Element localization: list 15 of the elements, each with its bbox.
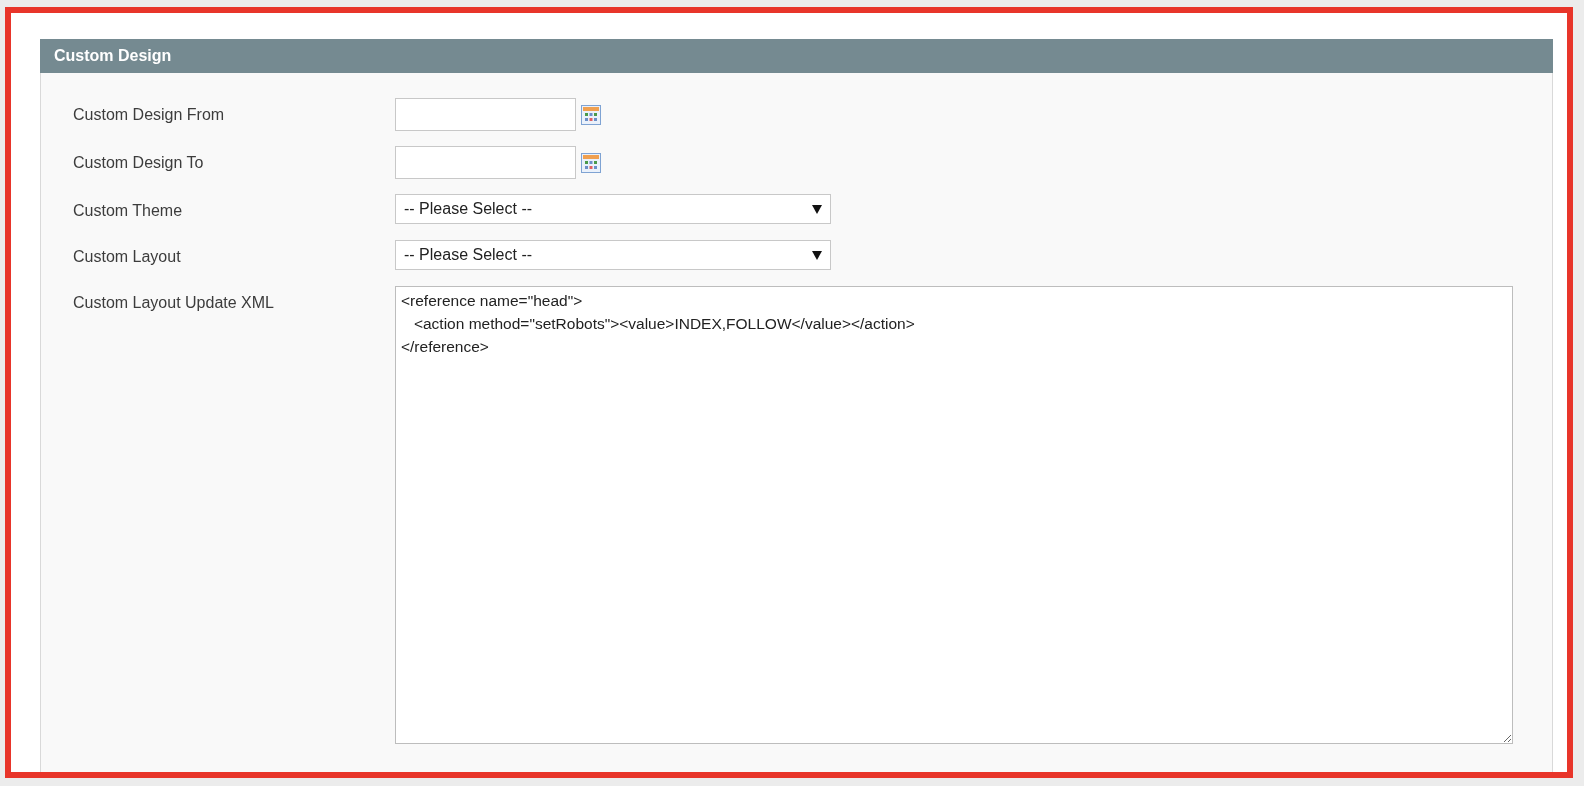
field-label: Custom Theme <box>73 201 184 221</box>
select-field[interactable]: -- Please Select -- <box>395 194 831 224</box>
field-label: Custom Design From <box>73 105 226 125</box>
caret-icon <box>812 204 822 214</box>
calendar-icon[interactable] <box>581 104 601 125</box>
field-label: Custom Layout Update XML <box>73 293 275 313</box>
date-field[interactable] <box>395 146 576 179</box>
caret-icon <box>812 250 822 260</box>
date-field[interactable] <box>395 98 576 131</box>
panel-header: Custom Design <box>40 39 1553 73</box>
field-label: Custom Layout <box>73 247 182 267</box>
xml-field[interactable]: <reference name="head"> <action method="setRobots"><value>INDEX,FOLLOW</value></action> </reference> <box>395 286 1513 744</box>
calendar-icon[interactable] <box>581 152 601 173</box>
field-label: Custom Design To <box>73 153 205 173</box>
select-field[interactable]: -- Please Select -- <box>395 240 831 270</box>
